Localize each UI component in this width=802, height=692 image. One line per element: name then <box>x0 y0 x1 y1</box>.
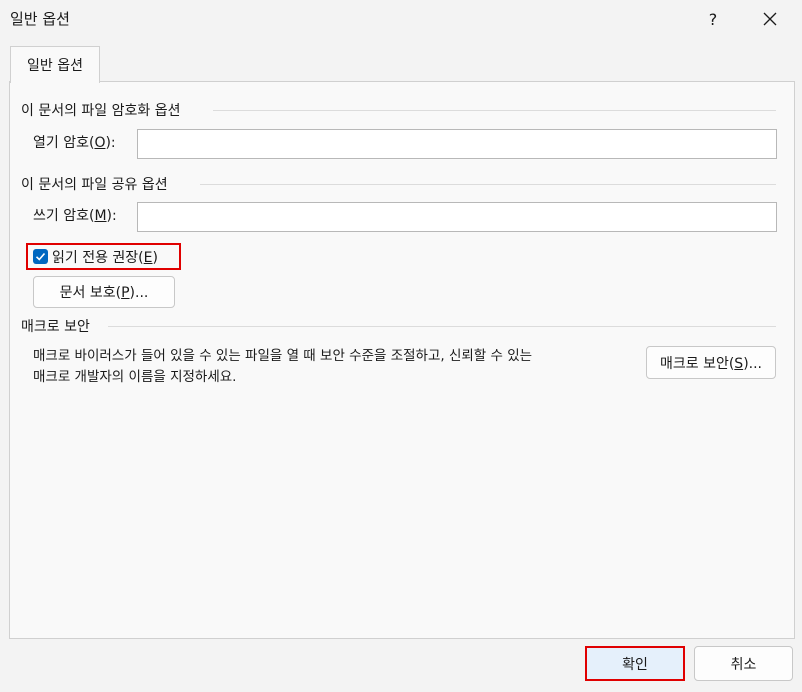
sharing-section-title: 이 문서의 파일 공유 옵션 <box>21 177 168 193</box>
close-icon <box>763 12 777 26</box>
read-only-recommended-checkbox[interactable]: 읽기 전용 권장(E) <box>26 243 181 270</box>
read-only-label: 읽기 전용 권장(E) <box>52 249 158 266</box>
encryption-divider <box>213 110 776 111</box>
title-bar: 일반 옵션 ? <box>0 0 802 38</box>
close-button[interactable] <box>748 0 792 38</box>
dialog-title: 일반 옵션 <box>10 10 70 28</box>
checkmark-icon <box>35 252 46 261</box>
macro-security-label: 매크로 보안(S)... <box>659 355 762 372</box>
help-icon: ? <box>708 9 718 29</box>
general-options-dialog: 일반 옵션 ? 일반 옵션 이 문서의 파일 암호화 옵션 열기 암호(O): … <box>0 0 802 692</box>
macro-divider <box>108 326 776 327</box>
tab-general-options[interactable]: 일반 옵션 <box>10 46 100 83</box>
modify-password-input[interactable] <box>137 202 777 232</box>
ok-label: 확인 <box>622 656 648 673</box>
modify-password-label: 쓰기 암호(M): <box>33 208 117 224</box>
checkbox-box[interactable] <box>33 249 48 264</box>
tab-label: 일반 옵션 <box>27 58 83 74</box>
open-password-input[interactable] <box>137 129 777 159</box>
macro-security-button[interactable]: 매크로 보안(S)... <box>646 346 776 379</box>
protect-document-label: 문서 보호(P)... <box>59 285 149 301</box>
cancel-label: 취소 <box>730 656 757 673</box>
ok-button[interactable]: 확인 <box>585 646 685 681</box>
macro-section-title: 매크로 보안 <box>21 319 90 335</box>
open-password-label: 열기 암호(O): <box>33 135 116 151</box>
sharing-divider <box>200 184 776 185</box>
macro-description: 매크로 바이러스가 들어 있을 수 있는 파일을 열 때 보안 수준을 조절하고… <box>33 348 533 385</box>
protect-document-button[interactable]: 문서 보호(P)... <box>33 276 175 308</box>
cancel-button[interactable]: 취소 <box>694 646 793 681</box>
help-button[interactable]: ? <box>691 0 735 38</box>
encryption-section-title: 이 문서의 파일 암호화 옵션 <box>21 103 181 119</box>
